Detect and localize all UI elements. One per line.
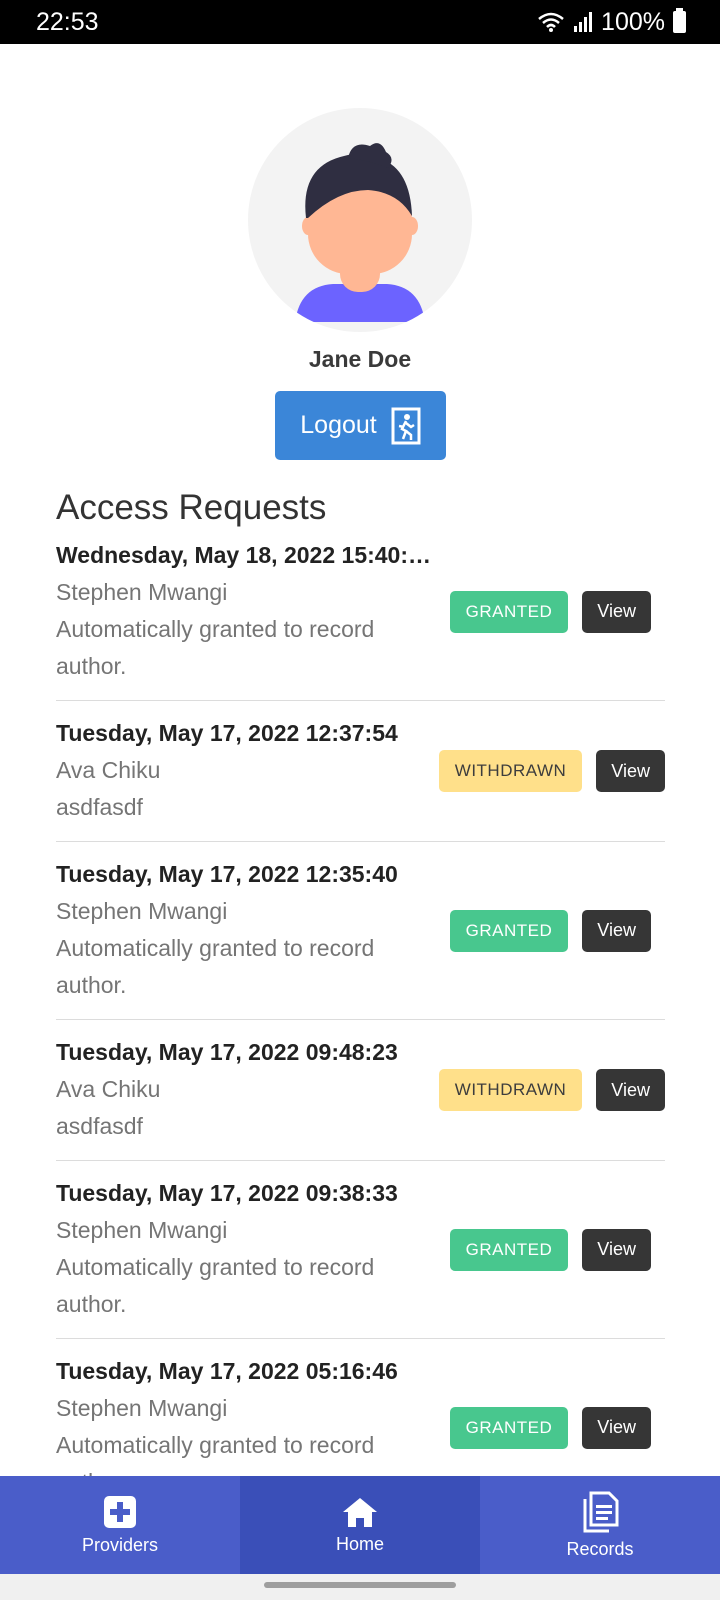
status-badge: GRANTED <box>449 1228 569 1271</box>
request-person: Stephen Mwangi <box>56 898 228 924</box>
list-item: Wednesday, May 18, 2022 15:40:… Stephen … <box>56 537 665 701</box>
view-button[interactable]: View <box>596 750 665 792</box>
nav-providers[interactable]: Providers <box>0 1476 240 1574</box>
request-date: Tuesday, May 17, 2022 12:35:40 <box>56 861 398 887</box>
nav-home-label: Home <box>335 1533 384 1554</box>
request-note: asdfasdf <box>56 1113 143 1139</box>
nav-providers-label: Providers <box>81 1534 159 1555</box>
list-item: Tuesday, May 17, 2022 12:35:40 Stephen M… <box>56 842 665 1020</box>
home-gesture-bar[interactable] <box>264 1582 456 1588</box>
view-button[interactable]: View <box>582 909 651 952</box>
view-button[interactable]: View <box>582 590 651 633</box>
request-date: Tuesday, May 17, 2022 09:38:33 <box>56 1180 398 1206</box>
status-badge: GRANTED <box>449 590 569 633</box>
status-bar: 22:53 100% <box>0 0 720 44</box>
home-icon <box>343 1497 377 1527</box>
request-actions: GRANTED View <box>449 909 651 952</box>
request-actions: GRANTED View <box>449 1406 651 1449</box>
request-person: Stephen Mwangi <box>56 1395 228 1421</box>
status-badge: GRANTED <box>449 909 569 952</box>
avatar <box>248 108 472 332</box>
request-date: Tuesday, May 17, 2022 09:48:23 <box>56 1039 398 1065</box>
exit-door-icon <box>391 407 421 444</box>
status-icons: 100% <box>537 8 686 37</box>
avatar-illustration <box>295 143 425 322</box>
status-badge: GRANTED <box>449 1406 569 1449</box>
request-date: Wednesday, May 18, 2022 15:40:… <box>56 542 432 568</box>
user-name: Jane Doe <box>308 346 412 372</box>
request-person: Ava Chiku <box>56 757 161 783</box>
signal-icon <box>574 12 593 32</box>
request-note: asdfasdf <box>56 794 143 820</box>
document-icon <box>583 1491 619 1532</box>
profile-screen[interactable]: Jane Doe Logout Access Requests Wednesda… <box>0 44 720 1476</box>
request-actions: WITHDRAWN View <box>438 750 665 792</box>
list-item: Tuesday, May 17, 2022 09:48:23 Ava Chiku… <box>56 1020 665 1161</box>
nav-records-label: Records <box>566 1538 634 1559</box>
gesture-area <box>0 1574 720 1600</box>
battery-percent: 100% <box>601 7 665 36</box>
request-note: Automatically granted to record author. <box>56 616 375 679</box>
logout-button[interactable]: Logout <box>275 391 446 460</box>
request-date: Tuesday, May 17, 2022 05:16:46 <box>56 1358 398 1384</box>
list-item: Tuesday, May 17, 2022 12:37:54 Ava Chiku… <box>56 701 665 842</box>
request-date: Tuesday, May 17, 2022 12:37:54 <box>56 720 398 746</box>
list-item: Tuesday, May 17, 2022 09:38:33 Stephen M… <box>56 1161 665 1339</box>
request-person: Stephen Mwangi <box>56 579 228 605</box>
request-person: Ava Chiku <box>56 1076 161 1102</box>
medical-cross-icon <box>104 1495 136 1528</box>
nav-records[interactable]: Records <box>480 1476 720 1574</box>
request-note: Automatically granted to record author. <box>56 1432 375 1476</box>
access-requests-list: Wednesday, May 18, 2022 15:40:… Stephen … <box>56 537 665 1476</box>
request-actions: GRANTED View <box>449 590 651 633</box>
battery-icon <box>673 8 686 33</box>
request-person: Stephen Mwangi <box>56 1217 228 1243</box>
request-note: Automatically granted to record author. <box>56 935 375 998</box>
access-requests-title: Access Requests <box>56 488 327 527</box>
request-actions: GRANTED View <box>449 1228 651 1271</box>
view-button[interactable]: View <box>596 1069 665 1111</box>
view-button[interactable]: View <box>582 1228 651 1271</box>
request-note: Automatically granted to record author. <box>56 1254 375 1317</box>
logout-label: Logout <box>300 411 377 439</box>
bottom-nav: Providers Home Records <box>0 1476 720 1574</box>
status-time: 22:53 <box>36 7 99 36</box>
wifi-icon <box>538 12 564 32</box>
status-badge: WITHDRAWN <box>438 1069 583 1111</box>
view-button[interactable]: View <box>582 1406 651 1449</box>
request-actions: WITHDRAWN View <box>438 1069 665 1111</box>
status-badge: WITHDRAWN <box>438 750 583 792</box>
nav-home[interactable]: Home <box>240 1476 480 1574</box>
list-item: Tuesday, May 17, 2022 05:16:46 Stephen M… <box>56 1339 665 1476</box>
